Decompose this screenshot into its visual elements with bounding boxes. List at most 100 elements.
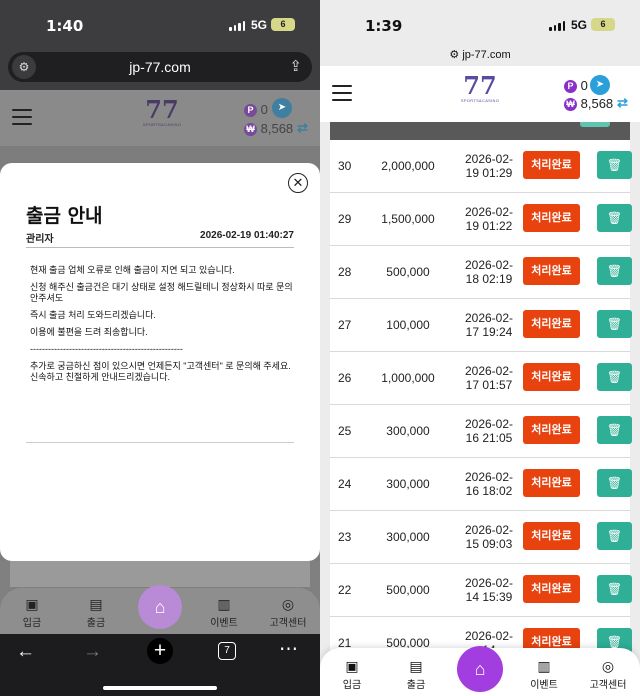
address-bar[interactable]: ⚙ jp-77.com <box>320 48 640 61</box>
tabs-button[interactable]: 7 <box>218 642 236 660</box>
row-date-line1: 2026-02- <box>464 576 514 590</box>
row-date: 2026-02- 15 09:03 <box>454 523 524 551</box>
battery-icon: 6 <box>271 18 295 31</box>
notice-line: 신청 해주신 출금건은 대기 상태로 설정 해드릴테니 정상화시 따로 문의 안… <box>30 282 293 303</box>
trash-icon: 🗑 <box>606 158 623 172</box>
table-row: 29 1,500,000 2026-02- 19 01:22 처리완료 🗑 <box>330 193 632 246</box>
status-bar: 1:39 5G 6 <box>320 0 640 48</box>
trash-icon: 🗑 <box>606 211 623 225</box>
status-badge: 처리완료 <box>523 151 580 179</box>
delete-button[interactable]: 🗑 <box>597 310 632 338</box>
menu-icon[interactable] <box>12 109 32 125</box>
row-id: 24 <box>338 477 352 491</box>
nav-deposit[interactable]: ▣ 입금 <box>322 658 382 691</box>
more-icon[interactable]: ⋯ <box>279 638 298 661</box>
home-button[interactable]: ⌂ <box>457 646 503 692</box>
nav-withdraw[interactable]: ▤ 출금 <box>66 596 126 629</box>
nav-deposit[interactable]: ▣ 입금 <box>2 596 62 629</box>
url-text[interactable]: jp-77.com <box>462 49 510 61</box>
clock: 1:40 <box>46 17 84 35</box>
status-bar: 1:40 5G 6 <box>0 0 320 48</box>
withdraw-history-table: 30 2,000,000 2026-02- 19 01:29 처리완료 🗑 29 … <box>330 140 632 670</box>
gift-icon: ▥ <box>217 596 231 612</box>
row-date: 2026-02- 17 19:24 <box>454 311 524 339</box>
nav-support[interactable]: ◎ 고객센터 <box>578 658 638 691</box>
row-amount: 1,000,000 <box>381 371 435 385</box>
right-phone-screen: 1:39 5G 6 ⚙ jp-77.com 77 SPORTS&CASINO P… <box>320 0 640 696</box>
balance-display: ₩ 8,568 <box>244 121 293 137</box>
refresh-icon[interactable]: ⇄ <box>297 120 308 136</box>
site-logo[interactable]: 77 SPORTS&CASINO <box>142 98 182 132</box>
notice-date: 2026-02-19 01:40:27 <box>200 230 294 241</box>
home-button[interactable]: ⌂ <box>138 585 182 629</box>
delete-button[interactable]: 🗑 <box>597 469 632 497</box>
delete-button[interactable]: 🗑 <box>597 575 632 603</box>
notice-modal: ✕ 출금 안내 관리자 2026-02-19 01:40:27 현재 출금 업체… <box>0 163 320 561</box>
table-row: 28 500,000 2026-02- 18 02:19 처리완료 🗑 <box>330 246 632 299</box>
close-icon[interactable]: ✕ <box>288 173 308 193</box>
site-header: 77 SPORTS&CASINO P 0 ➤ ₩ 8,568 ⇄ <box>0 90 320 146</box>
back-arrow-icon[interactable]: ← <box>16 641 35 663</box>
points-value: 0 <box>260 102 268 117</box>
points-coin-icon: P <box>244 104 257 118</box>
delete-button[interactable]: 🗑 <box>597 204 632 232</box>
balance-value: 8,568 <box>580 96 614 111</box>
row-date-line1: 2026-02- <box>464 152 514 166</box>
row-id: 26 <box>338 371 352 385</box>
delete-button[interactable]: 🗑 <box>597 151 632 179</box>
row-id: 22 <box>338 583 352 597</box>
logo-subtitle: SPORTS&CASINO <box>142 122 182 127</box>
home-indicator <box>103 686 217 690</box>
address-bar[interactable]: ⚙ jp-77.com ⇪ <box>8 52 312 82</box>
notice-separator: ----------------------------------------… <box>30 344 183 354</box>
table-row: 25 300,000 2026-02- 16 21:05 처리완료 🗑 <box>330 405 632 458</box>
nav-event[interactable]: ▥ 이벤트 <box>194 596 254 629</box>
row-amount: 500,000 <box>386 265 430 279</box>
atm-icon: ▤ <box>89 596 103 612</box>
site-logo[interactable]: 77 SPORTS&CASINO <box>460 74 500 108</box>
logo-mark: 77 <box>463 71 497 100</box>
delete-button[interactable]: 🗑 <box>597 416 632 444</box>
row-id: 25 <box>338 424 352 438</box>
table-row: 30 2,000,000 2026-02- 19 01:29 처리완료 🗑 <box>330 140 632 193</box>
delete-button[interactable]: 🗑 <box>597 363 632 391</box>
trash-icon: 🗑 <box>606 264 623 278</box>
clock: 1:39 <box>365 17 403 35</box>
trash-icon: 🗑 <box>606 317 623 331</box>
refresh-icon[interactable]: ⇄ <box>617 95 628 111</box>
row-date-line2: 19 01:29 <box>465 166 513 180</box>
nav-support-label: 고객센터 <box>589 680 627 691</box>
won-coin-icon: ₩ <box>244 123 257 137</box>
screenshot-stage: 1:40 5G 6 ⚙ jp-77.com ⇪ 77 SPORTS&CASINO… <box>0 0 640 696</box>
table-row: 23 300,000 2026-02- 15 09:03 처리완료 🗑 <box>330 511 632 564</box>
row-date-line1: 2026-02- <box>464 629 514 643</box>
url-text[interactable]: jp-77.com <box>8 59 312 75</box>
share-icon[interactable]: ⇪ <box>289 57 302 75</box>
delete-button[interactable]: 🗑 <box>597 522 632 550</box>
row-amount: 1,500,000 <box>381 212 435 226</box>
row-id: 28 <box>338 265 352 279</box>
points-display: P 0 <box>244 102 268 118</box>
new-tab-icon[interactable]: + <box>147 638 173 664</box>
trash-icon: 🗑 <box>606 423 623 437</box>
row-date-line1: 2026-02- <box>464 364 514 378</box>
nav-withdraw[interactable]: ▤ 출금 <box>386 658 446 691</box>
delete-button[interactable]: 🗑 <box>597 257 632 285</box>
table-row: 22 500,000 2026-02- 14 15:39 처리완료 🗑 <box>330 564 632 617</box>
balance-display: ₩ 8,568 <box>564 96 614 112</box>
forward-arrow-icon[interactable]: → <box>83 641 102 663</box>
row-date-line1: 2026-02- <box>464 523 514 537</box>
row-date-line1: 2026-02- <box>464 470 514 484</box>
menu-icon[interactable] <box>332 85 352 101</box>
row-date-line2: 17 01:57 <box>465 378 513 392</box>
nav-support[interactable]: ◎ 고객센터 <box>258 596 318 629</box>
dimmed-row <box>10 561 310 587</box>
row-date-line2: 15 09:03 <box>465 537 513 551</box>
status-badge: 처리완료 <box>523 469 580 497</box>
telegram-icon[interactable]: ➤ <box>272 98 292 118</box>
table-row: 24 300,000 2026-02- 16 18:02 처리완료 🗑 <box>330 458 632 511</box>
logo-mark: 77 <box>145 95 179 124</box>
site-settings-icon[interactable]: ⚙ <box>449 49 459 61</box>
telegram-icon[interactable]: ➤ <box>590 75 610 95</box>
nav-event[interactable]: ▥ 이벤트 <box>514 658 574 691</box>
